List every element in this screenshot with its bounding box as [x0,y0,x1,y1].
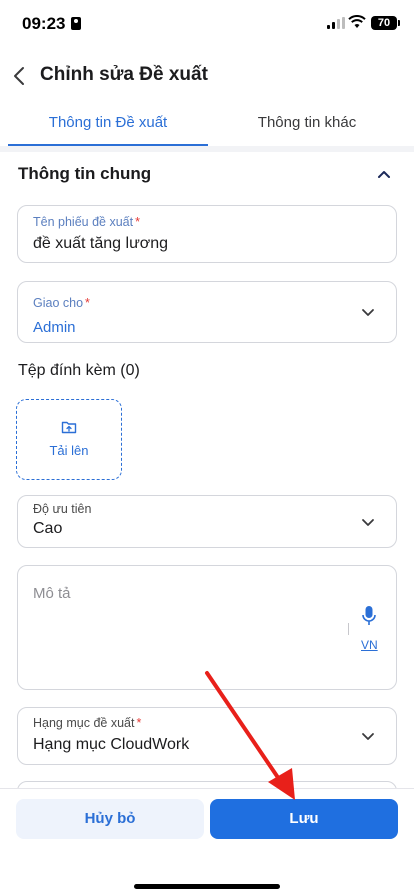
divider [348,623,349,635]
microphone-icon[interactable] [361,605,377,627]
bottom-action-bar: Hủy bỏ Lưu [0,788,414,896]
description-placeholder: Mô tả [33,585,71,602]
category-value: Hạng mục CloudWork [33,736,190,753]
chevron-down-icon[interactable] [360,731,376,743]
assign-to-label: Giao cho * [33,296,90,310]
category-select[interactable]: Hạng mục đề xuất * Hạng mục CloudWork [17,707,397,765]
voice-language-link[interactable]: VN [361,638,378,652]
priority-select[interactable]: Độ ưu tiên Cao [17,495,397,548]
chevron-up-icon[interactable] [376,168,392,180]
assign-to-select[interactable]: Giao cho * Admin [17,281,397,343]
proposal-name-value: đề xuất tăng lương [33,235,169,252]
folder-upload-icon [61,421,77,434]
tab-bar: Thông tin Đề xuất Thông tin khác [0,108,414,146]
section-general-info[interactable]: Thông tin chung [0,152,414,196]
tab-proposal-info[interactable]: Thông tin Đề xuất [8,108,208,146]
description-textarea[interactable]: Mô tả VN [17,565,397,690]
save-button[interactable]: Lưu [210,799,398,839]
wifi-icon [348,15,366,28]
proposal-name-field[interactable]: Tên phiếu đề xuất * đề xuất tăng lương [17,205,397,263]
chevron-down-icon[interactable] [360,517,376,529]
proposal-name-label: Tên phiếu đề xuất * [33,215,140,229]
page-title: Chỉnh sửa Đề xuất [40,64,208,85]
attachments-title: Tệp đính kèm (0) [18,362,140,379]
home-indicator [134,884,280,889]
upload-label: Tải lên [49,443,89,458]
cellular-signal-icon [327,17,345,29]
battery-icon: 70 [371,16,400,30]
status-bar: 09:23 70 [0,0,414,50]
upload-button[interactable]: Tải lên [16,399,122,480]
tab-other-info[interactable]: Thông tin khác [207,108,407,146]
priority-value: Cao [33,520,63,537]
section-title: Thông tin chung [18,164,152,183]
chevron-down-icon[interactable] [360,307,376,319]
category-label: Hạng mục đề xuất * [33,716,142,730]
assign-to-value: Admin [33,319,76,336]
app-header: Chỉnh sửa Đề xuất [0,56,414,100]
back-chevron-icon[interactable] [10,64,30,88]
priority-label: Độ ưu tiên [33,502,92,516]
cancel-button[interactable]: Hủy bỏ [16,799,204,839]
focus-person-icon [71,17,81,30]
status-time: 09:23 [22,14,66,33]
